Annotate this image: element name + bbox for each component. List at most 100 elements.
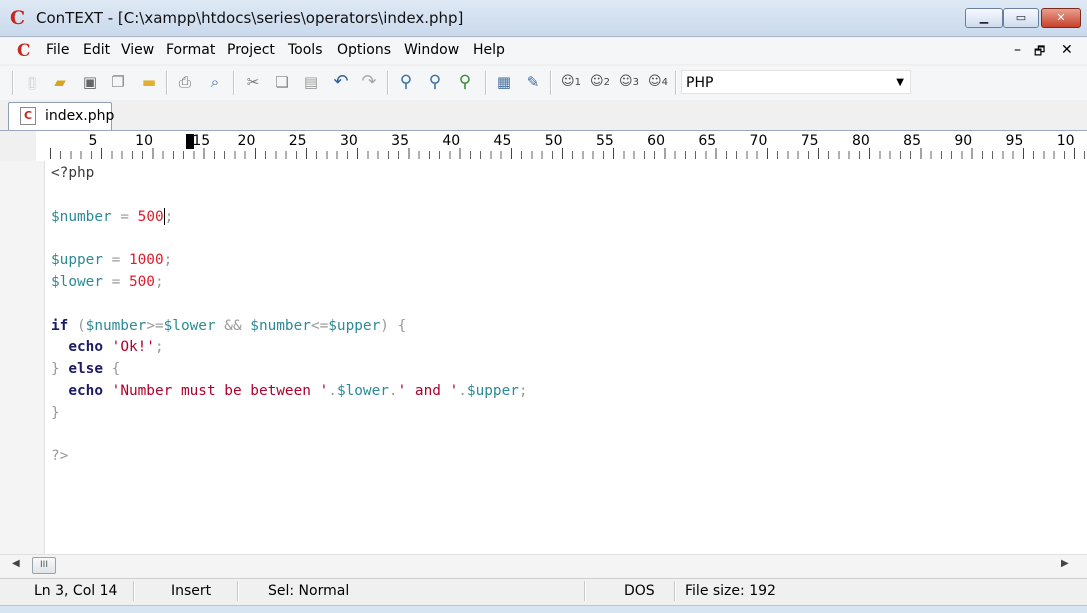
ruler-number: 85 bbox=[903, 133, 921, 149]
print-preview-icon[interactable]: ⌕ bbox=[205, 72, 225, 92]
code-token: $number bbox=[85, 317, 147, 334]
scroll-left-arrow-icon[interactable]: ◀ bbox=[12, 558, 20, 569]
ruler-number: 5 bbox=[88, 133, 98, 149]
editor-gutter[interactable] bbox=[0, 161, 45, 554]
code-token: . bbox=[458, 383, 467, 399]
find-icon[interactable]: ⚲ bbox=[396, 72, 416, 92]
ruler-number: 35 bbox=[391, 133, 409, 149]
ruler-number: 45 bbox=[493, 133, 512, 149]
code-editor[interactable]: <?php $number = 500; $upper = 1000; $lower … bbox=[45, 161, 1087, 554]
close-window-button[interactable]: ✕ bbox=[1041, 8, 1081, 28]
ruler-number: 95 bbox=[1005, 133, 1024, 149]
code-token: $number bbox=[51, 208, 112, 225]
dropdown-arrow-icon[interactable]: ▼ bbox=[896, 71, 904, 95]
toolbar: ▯ ▰ ▣ ❐ ▬ ⎙ ⌕ ✂ ❏ ▤ ↶ ↷ ⚲ ⚲ ⚲ ▦ ✎ ☺1 ☺2 … bbox=[0, 66, 1087, 100]
new-file-icon[interactable]: ▯ bbox=[22, 72, 42, 92]
user-command-2-icon[interactable]: ☺2 bbox=[587, 72, 613, 92]
tab-index-php[interactable]: C index.php bbox=[8, 102, 114, 130]
code-token: 500 bbox=[128, 274, 155, 290]
syntax-language-value: PHP bbox=[686, 75, 714, 91]
ruler-number: 70 bbox=[749, 133, 768, 149]
paste-icon[interactable]: ▤ bbox=[301, 72, 321, 92]
code-token: if bbox=[51, 317, 69, 334]
scrollbar-thumb[interactable]: III bbox=[32, 557, 56, 574]
user-command-1-icon[interactable]: ☺1 bbox=[558, 72, 584, 92]
mdi-close-button[interactable]: ✕ bbox=[1061, 42, 1073, 58]
status-divider bbox=[133, 581, 135, 601]
ruler-major-ticks bbox=[50, 148, 1087, 159]
menu-format[interactable]: Format bbox=[166, 42, 215, 58]
code-line: ?> bbox=[51, 446, 68, 466]
mdi-restore-button[interactable]: 🗗 bbox=[1034, 42, 1045, 63]
user-command-4-icon[interactable]: ☺4 bbox=[645, 72, 671, 92]
tools-icon[interactable]: ✎ bbox=[523, 72, 543, 92]
document-menu-icon[interactable]: C bbox=[17, 41, 31, 61]
insert-mode[interactable]: Insert bbox=[171, 583, 211, 599]
selection-mode[interactable]: Sel: Normal bbox=[268, 583, 349, 599]
code-line: if ($number>=$lower && $number<=$upper) … bbox=[51, 316, 406, 336]
menu-view[interactable]: View bbox=[121, 42, 154, 58]
ruler-number: 65 bbox=[698, 133, 717, 149]
code-token: = bbox=[111, 208, 138, 225]
code-token: echo bbox=[68, 339, 103, 356]
open-file-icon[interactable]: ▰ bbox=[50, 72, 70, 92]
replace-icon[interactable]: ⚲ bbox=[455, 72, 475, 92]
code-token: } bbox=[51, 404, 60, 421]
status-divider bbox=[237, 581, 239, 601]
code-token: = bbox=[102, 252, 129, 269]
menu-window[interactable]: Window bbox=[404, 42, 459, 58]
code-token: <= bbox=[310, 317, 329, 334]
undo-icon[interactable]: ↶ bbox=[331, 72, 351, 92]
find-next-icon[interactable]: ⚲ bbox=[425, 72, 445, 92]
toolbar-grip bbox=[12, 71, 14, 95]
code-token: ) { bbox=[380, 317, 407, 334]
user-command-1-number: 1 bbox=[574, 77, 581, 88]
copy-icon[interactable]: ❏ bbox=[272, 72, 292, 92]
maximize-window-button[interactable]: ▭ bbox=[1003, 8, 1039, 28]
status-divider bbox=[584, 581, 586, 601]
menu-tools[interactable]: Tools bbox=[288, 42, 323, 58]
code-token: ; bbox=[164, 208, 174, 225]
code-line: } bbox=[51, 403, 60, 423]
code-token: else bbox=[68, 361, 103, 378]
save-icon[interactable]: ▣ bbox=[80, 72, 100, 92]
syntax-language-select[interactable]: PHP ▼ bbox=[681, 70, 911, 94]
cut-icon[interactable]: ✂ bbox=[243, 72, 263, 92]
code-token: 'Ok!' bbox=[111, 339, 155, 356]
menu-edit[interactable]: Edit bbox=[83, 42, 110, 58]
ruler-number: 30 bbox=[339, 133, 358, 149]
ruler-number: 80 bbox=[851, 133, 870, 149]
ruler-number: 50 bbox=[544, 133, 563, 149]
user-command-3-number: 3 bbox=[632, 77, 639, 88]
ruler-number: 25 bbox=[288, 133, 307, 149]
redo-icon[interactable]: ↷ bbox=[359, 72, 379, 92]
scroll-right-arrow-icon[interactable]: ▶ bbox=[1061, 558, 1069, 569]
code-token: && bbox=[215, 317, 251, 334]
horizontal-scrollbar[interactable]: ◀ III ▶ bbox=[0, 554, 1087, 577]
code-line: $number = 500; bbox=[51, 207, 173, 227]
code-token: ; bbox=[154, 274, 164, 290]
menu-help[interactable]: Help bbox=[473, 42, 505, 58]
save-all-icon[interactable]: ❐ bbox=[108, 72, 128, 92]
title-bar[interactable]: C ConTEXT - [C:\xampp\htdocs\series\oper… bbox=[0, 0, 1087, 37]
file-properties-icon[interactable]: ▦ bbox=[494, 72, 514, 92]
menu-bar: C File Edit View Format Project Tools Op… bbox=[0, 38, 1087, 64]
toolbar-separator bbox=[387, 71, 389, 95]
minimize-window-button[interactable]: ▁ bbox=[965, 8, 1003, 28]
open-folder-icon[interactable]: ▬ bbox=[139, 72, 159, 92]
user-command-4-number: 4 bbox=[661, 77, 668, 88]
window-title: ConTEXT - [C:\xampp\htdocs\series\operat… bbox=[36, 9, 464, 27]
user-command-3-icon[interactable]: ☺3 bbox=[616, 72, 642, 92]
code-token: } bbox=[51, 361, 69, 378]
code-token: . bbox=[388, 383, 398, 399]
print-icon[interactable]: ⎙ bbox=[175, 72, 195, 92]
line-endings[interactable]: DOS bbox=[624, 583, 655, 599]
mdi-minimize-button[interactable]: – bbox=[1014, 42, 1021, 58]
menu-options[interactable]: Options bbox=[337, 42, 391, 58]
menu-project[interactable]: Project bbox=[227, 42, 275, 58]
menu-file[interactable]: File bbox=[46, 42, 69, 58]
